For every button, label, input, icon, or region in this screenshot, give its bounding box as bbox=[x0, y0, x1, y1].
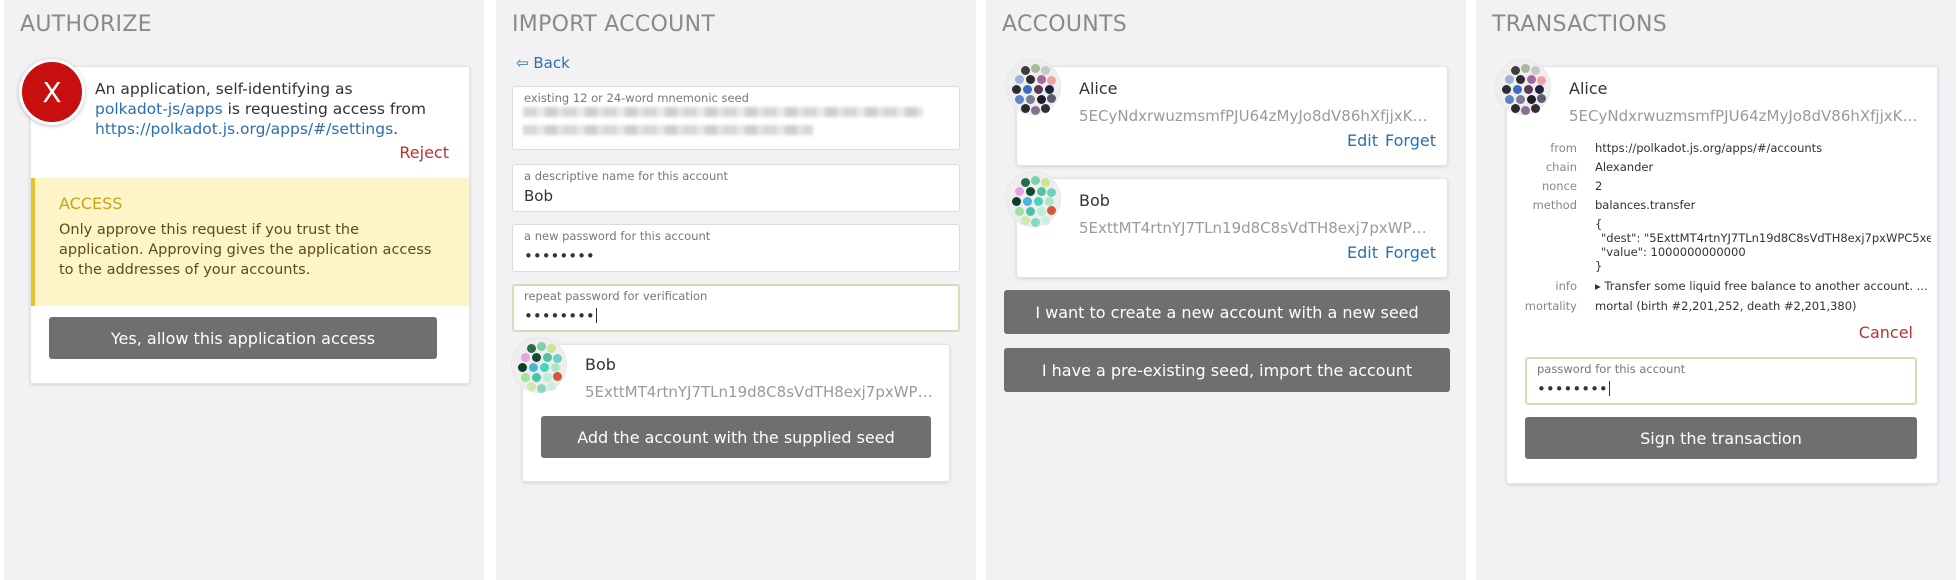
sign-transaction-button[interactable]: Sign the transaction bbox=[1525, 417, 1917, 459]
reject-link[interactable]: Reject bbox=[399, 143, 449, 162]
repeat-password-label: repeat password for verification bbox=[524, 289, 708, 303]
account-card-bob: Bob 5ExttMT4rtnYJ7TLn19d8C8sVdTH8exj7pxW… bbox=[1005, 171, 1448, 278]
account-name: Alice bbox=[1569, 79, 1608, 98]
account-address: 5ECyNdxrwuzmsmfPJU64zMyJo8dV86hXfjjxKmkq bbox=[1569, 107, 1919, 125]
panel-title: TRANSACTIONS bbox=[1492, 12, 1668, 37]
panel-title: IMPORT ACCOUNT bbox=[512, 12, 716, 37]
new-password-field[interactable]: a new password for this account •••••••• bbox=[512, 224, 960, 272]
account-name-value: Bob bbox=[524, 187, 553, 205]
repeat-password-field[interactable]: repeat password for verification •••••••… bbox=[512, 284, 960, 332]
account-address: 5ECyNdxrwuzmsmfPJU64zMyJo8dV86hXfjjxKmkq bbox=[1079, 107, 1429, 125]
repeat-password-value: •••••••• bbox=[524, 307, 597, 325]
authorize-request-card: X An application, self-identifying as po… bbox=[19, 59, 470, 384]
authorize-panel: AUTHORIZE X An application, self-identif… bbox=[4, 0, 484, 580]
import-preview-card: Bob 5ExttMT4rtnYJ7TLn19d8C8sVdTH8exj7pxW… bbox=[511, 337, 950, 482]
mortality-value: mortal (birth #2,201,252, death #2,201,3… bbox=[1595, 299, 1857, 313]
bob-identicon-icon bbox=[511, 337, 567, 393]
edit-link[interactable]: Edit bbox=[1347, 131, 1378, 150]
x-badge-icon: X bbox=[19, 59, 85, 125]
create-account-button[interactable]: I want to create a new account with a ne… bbox=[1004, 290, 1450, 334]
account-name: Alice bbox=[1079, 79, 1118, 98]
account-address: 5ExttMT4rtnYJ7TLn19d8C8sVdTH8exj7pxWPC5x… bbox=[1079, 219, 1429, 237]
info-value[interactable]: ▸ Transfer some liquid free balance to a… bbox=[1595, 279, 1931, 293]
account-card-alice: Alice 5ECyNdxrwuzmsmfPJU64zMyJo8dV86hXfj… bbox=[1005, 59, 1448, 166]
request-prefix: An application, self-identifying as bbox=[95, 80, 353, 98]
method-value: balances.transfer bbox=[1595, 198, 1696, 212]
panel-title: ACCOUNTS bbox=[1002, 12, 1128, 37]
back-link[interactable]: ⇦ Back bbox=[516, 54, 570, 72]
account-name: Bob bbox=[585, 355, 616, 374]
allow-access-button[interactable]: Yes, allow this application access bbox=[49, 317, 437, 359]
mortality-key: mortality bbox=[1524, 299, 1577, 313]
bob-identicon-icon bbox=[1005, 171, 1061, 227]
alice-identicon-icon bbox=[1495, 59, 1551, 115]
nonce-key: nonce bbox=[1541, 179, 1577, 193]
account-password-label: password for this account bbox=[1537, 362, 1686, 376]
from-key: from bbox=[1550, 141, 1577, 155]
chain-value: Alexander bbox=[1595, 160, 1654, 174]
new-password-label: a new password for this account bbox=[524, 229, 711, 243]
nonce-value: 2 bbox=[1595, 179, 1603, 193]
new-password-value: •••••••• bbox=[524, 247, 595, 265]
accounts-panel: ACCOUNTS Alice 5ECyNdxrwuzmsmfPJU64zMyJo… bbox=[986, 0, 1466, 580]
seed-field-label: existing 12 or 24-word mnemonic seed bbox=[524, 91, 749, 105]
seed-field[interactable]: existing 12 or 24-word mnemonic seed bbox=[512, 86, 960, 150]
info-key: info bbox=[1555, 279, 1577, 293]
method-key: method bbox=[1532, 198, 1577, 212]
transaction-card: Alice 5ECyNdxrwuzmsmfPJU64zMyJo8dV86hXfj… bbox=[1495, 59, 1939, 484]
params-json-value: "value": 1000000000000 bbox=[1601, 245, 1746, 259]
access-warning: ACCESS Only approve this request if you … bbox=[31, 178, 469, 306]
repeat-password-dots: •••••••• bbox=[524, 307, 595, 325]
app-name-link[interactable]: polkadot-js/apps bbox=[95, 100, 223, 118]
transactions-panel: TRANSACTIONS Alice 5ECyNdxrwuzmsmfPJU64z… bbox=[1476, 0, 1956, 580]
cancel-link[interactable]: Cancel bbox=[1859, 323, 1913, 342]
account-password-field[interactable]: password for this account •••••••• bbox=[1525, 357, 1917, 405]
request-text: An application, self-identifying as polk… bbox=[95, 79, 455, 139]
text-caret bbox=[1608, 381, 1610, 396]
from-value: https://polkadot.js.org/apps/#/accounts bbox=[1595, 141, 1823, 155]
account-password-value: •••••••• bbox=[1537, 380, 1610, 398]
request-suffix: . bbox=[393, 120, 399, 138]
forget-link[interactable]: Forget bbox=[1385, 131, 1436, 150]
warning-text: Only approve this request if you trust t… bbox=[59, 222, 432, 278]
account-name-label: a descriptive name for this account bbox=[524, 169, 729, 183]
transaction-details: from https://polkadot.js.org/apps/#/acco… bbox=[1507, 141, 1939, 321]
params-json-close: } bbox=[1595, 259, 1603, 273]
x-badge-label: X bbox=[42, 75, 62, 109]
panel-title: AUTHORIZE bbox=[20, 12, 152, 37]
params-json-open: { bbox=[1595, 217, 1603, 231]
warning-title: ACCESS bbox=[59, 194, 123, 213]
import-account-panel: IMPORT ACCOUNT ⇦ Back existing 12 or 24-… bbox=[496, 0, 976, 580]
account-name: Bob bbox=[1079, 191, 1110, 210]
edit-link[interactable]: Edit bbox=[1347, 243, 1378, 262]
account-password-dots: •••••••• bbox=[1537, 380, 1608, 398]
chain-key: chain bbox=[1545, 160, 1577, 174]
import-account-button[interactable]: I have a pre-existing seed, import the a… bbox=[1004, 348, 1450, 392]
account-address: 5ExttMT4rtnYJ7TLn19d8C8sVdTH8exj7pxWPC5x… bbox=[585, 383, 935, 401]
alice-identicon-icon bbox=[1005, 59, 1061, 115]
text-caret bbox=[595, 308, 597, 323]
origin-url-link[interactable]: https://polkadot.js.org/apps/#/settings bbox=[95, 120, 393, 138]
request-mid: is requesting access from bbox=[222, 100, 426, 118]
account-name-field[interactable]: a descriptive name for this account Bob bbox=[512, 164, 960, 212]
params-json-dest: "dest": "5ExttMT4rtnYJ7TLn19d8C8sVdTH8ex… bbox=[1601, 231, 1931, 245]
forget-link[interactable]: Forget bbox=[1385, 243, 1436, 262]
add-account-button[interactable]: Add the account with the supplied seed bbox=[541, 416, 931, 458]
blurred-seed-text bbox=[523, 107, 923, 117]
blurred-seed-text bbox=[523, 125, 813, 135]
